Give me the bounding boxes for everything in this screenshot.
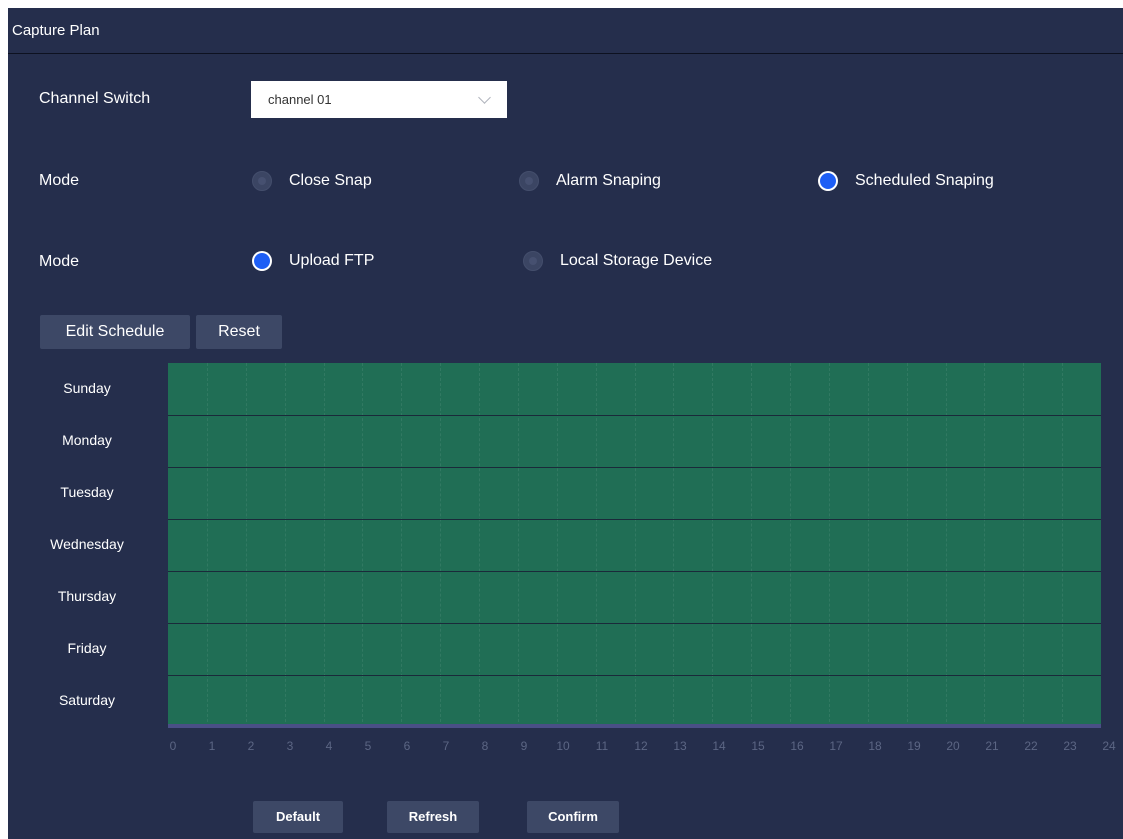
grid-hour-line [673, 363, 675, 727]
grid-hour-line [284, 363, 286, 727]
grid-hour-line [206, 363, 208, 727]
chevron-down-icon [478, 91, 491, 104]
edit-schedule-button[interactable]: Edit Schedule [40, 315, 190, 349]
grid-hour-line [517, 363, 519, 727]
hour-tick: 2 [247, 739, 255, 753]
reset-button[interactable]: Reset [196, 315, 282, 349]
radio-upload-ftp-label: Upload FTP [289, 252, 375, 269]
hour-tick: 14 [712, 739, 726, 753]
grid-day-divider [168, 675, 1101, 676]
grid-hour-line [712, 363, 714, 727]
grid-hour-line [867, 363, 869, 727]
day-label-monday: Monday [62, 432, 112, 448]
grid-hour-line [479, 363, 480, 727]
grid-hour-line [790, 363, 791, 727]
page-title: Capture Plan [12, 22, 100, 39]
grid-hour-line [945, 363, 947, 727]
hour-tick: 20 [946, 739, 960, 753]
radio-unselected-icon [252, 171, 272, 191]
radio-unselected-icon [523, 251, 543, 271]
grid-hour-line [906, 363, 908, 727]
hour-tick: 13 [673, 739, 687, 753]
hour-tick: 17 [829, 739, 843, 753]
radio-alarm-snaping-label: Alarm Snaping [556, 172, 661, 189]
hour-tick: 8 [481, 739, 489, 753]
grid-hour-line [634, 363, 636, 727]
hour-tick: 0 [169, 739, 177, 753]
storage-mode-label: Mode [39, 253, 80, 270]
channel-select[interactable]: channel 01 [251, 81, 507, 118]
hour-tick: 24 [1102, 739, 1116, 753]
hour-tick: 15 [751, 739, 765, 753]
hour-tick: 9 [520, 739, 528, 753]
grid-hour-line [440, 363, 442, 727]
refresh-button[interactable]: Refresh [387, 801, 479, 833]
day-label-wednesday: Wednesday [50, 536, 124, 552]
radio-selected-icon [252, 251, 272, 271]
grid-hour-line [1023, 363, 1025, 727]
grid-hour-line [245, 363, 247, 727]
day-label-thursday: Thursday [57, 588, 117, 604]
hour-tick: 21 [985, 739, 999, 753]
hour-tick: 6 [403, 739, 411, 753]
radio-close-snap-label: Close Snap [289, 172, 372, 189]
hour-tick: 19 [907, 739, 921, 753]
hour-tick: 16 [790, 739, 804, 753]
day-label-tuesday: Tuesday [60, 484, 114, 500]
radio-scheduled-snaping-label: Scheduled Snaping [855, 172, 994, 189]
grid-day-divider [168, 623, 1101, 624]
hour-tick: 22 [1024, 739, 1038, 753]
radio-upload-ftp[interactable]: Upload FTP [252, 250, 402, 272]
radio-scheduled-snaping[interactable]: Scheduled Snaping [818, 170, 1033, 192]
radio-local-storage-device-label: Local Storage Device [560, 252, 713, 269]
radio-alarm-snaping[interactable]: Alarm Snaping [519, 170, 699, 192]
hour-tick: 3 [286, 739, 294, 753]
radio-selected-icon [818, 171, 838, 191]
time-axis-bar [168, 724, 1101, 728]
hour-tick: 23 [1063, 739, 1077, 753]
grid-hour-line [751, 363, 753, 727]
grid-hour-line [362, 363, 364, 727]
channel-switch-label: Channel Switch [39, 90, 151, 107]
hour-tick: 4 [325, 739, 333, 753]
confirm-button[interactable]: Confirm [527, 801, 619, 833]
radio-unselected-icon [519, 171, 539, 191]
radio-local-storage-device[interactable]: Local Storage Device [523, 250, 753, 272]
grid-hour-line [984, 363, 986, 727]
grid-hour-line [556, 363, 558, 727]
hour-tick: 5 [364, 739, 372, 753]
schedule-grid[interactable] [168, 363, 1101, 727]
grid-hour-line [323, 363, 325, 727]
hour-tick: 7 [442, 739, 450, 753]
grid-hour-line [401, 363, 403, 727]
grid-hour-line [828, 363, 830, 727]
grid-day-divider [168, 415, 1101, 416]
hour-tick: 12 [634, 739, 648, 753]
day-label-sunday: Sunday [63, 380, 111, 396]
grid-day-divider [168, 571, 1101, 572]
channel-select-value: channel 01 [268, 92, 332, 107]
day-label-friday: Friday [67, 640, 107, 656]
grid-hour-line [1062, 363, 1064, 727]
hour-tick: 10 [556, 739, 570, 753]
hour-tick: 18 [868, 739, 882, 753]
capture-plan-panel: Capture Plan Channel Switch channel 01 M… [8, 8, 1123, 839]
hour-tick: 11 [595, 739, 609, 753]
day-label-saturday: Saturday [58, 692, 116, 708]
grid-day-divider [168, 519, 1101, 520]
grid-hour-line [595, 363, 597, 727]
grid-day-divider [168, 467, 1101, 468]
radio-close-snap[interactable]: Close Snap [252, 170, 402, 192]
title-bar: Capture Plan [8, 8, 1123, 54]
hour-tick: 1 [208, 739, 216, 753]
default-button[interactable]: Default [253, 801, 343, 833]
snap-mode-label: Mode [39, 172, 80, 189]
